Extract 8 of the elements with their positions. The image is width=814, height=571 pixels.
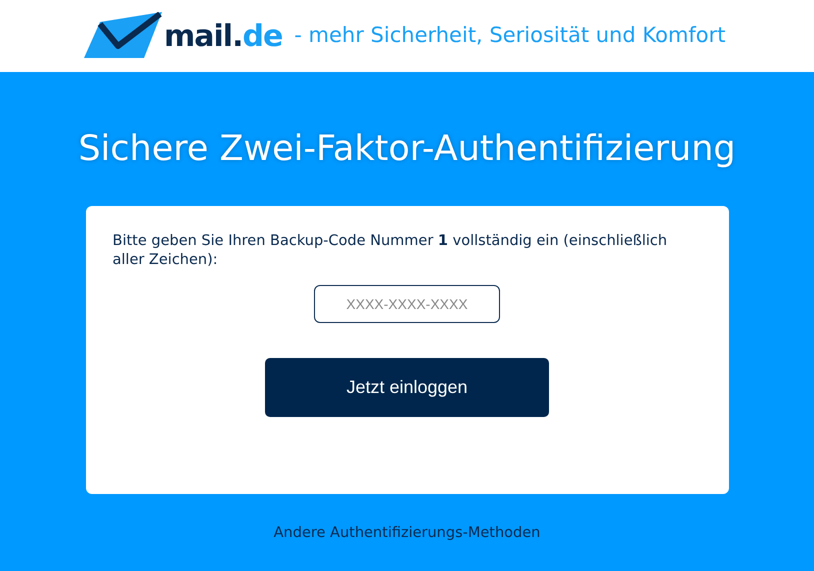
logo-icon — [84, 12, 164, 60]
page-title: Sichere Zwei-Faktor-Authentifizierung — [77, 128, 737, 170]
tagline: - mehr Sicherheit, Seriosität und Komfort — [294, 22, 726, 50]
instruction-text: Bitte geben Sie Ihren Backup-Code Nummer 1 vollständig ein (einschließlich aller Zeichen): — [112, 232, 668, 270]
logo-wordmark: mail.de — [164, 18, 282, 56]
other-methods-link[interactable]: Andere Authentifizierungs-Methoden — [274, 525, 540, 542]
backup-code-field[interactable]: XXXX-XXXX-XXXX — [314, 285, 500, 324]
login-button[interactable]: Jetzt einloggen — [265, 358, 549, 418]
